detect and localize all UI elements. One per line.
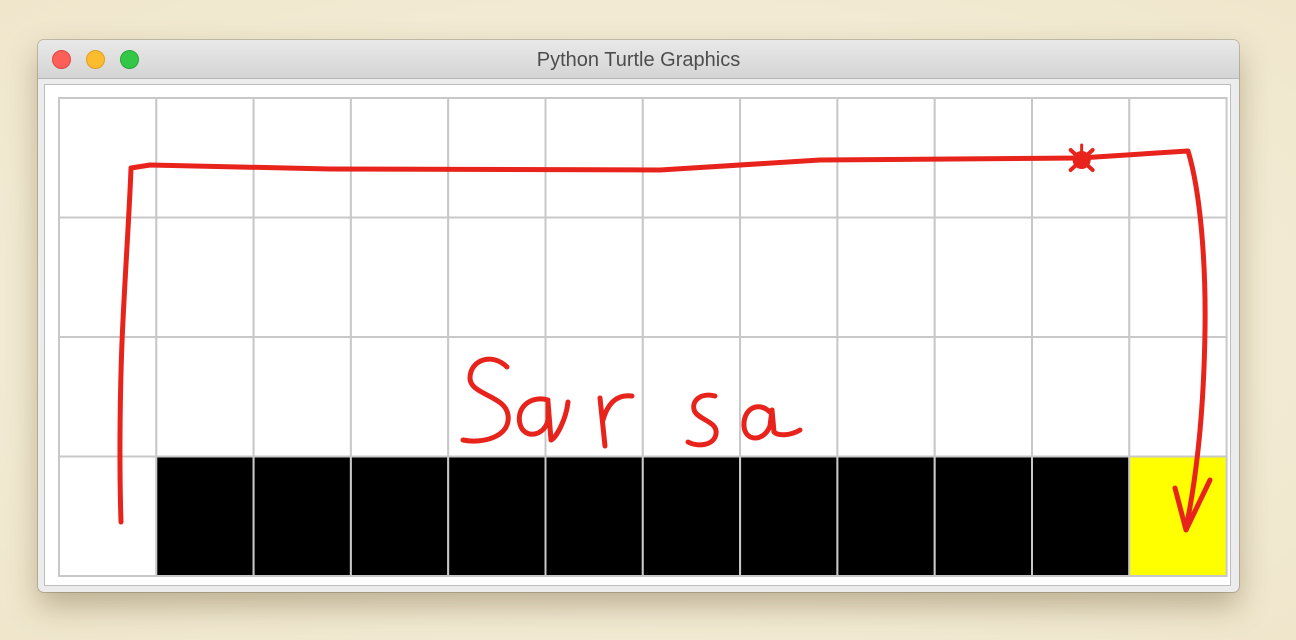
grid-cell-empty	[252, 336, 352, 458]
grid-cell-cliff	[641, 455, 742, 577]
grid-cell-empty	[1128, 97, 1228, 219]
grid-cell-empty	[252, 97, 352, 219]
grid-cell-cliff	[252, 455, 352, 577]
grid-cell-cliff	[155, 455, 255, 577]
grid-cell-empty	[1031, 216, 1131, 338]
grid-cell-empty	[836, 216, 936, 338]
grid-cell-empty	[933, 97, 1034, 219]
title-bar[interactable]: Python Turtle Graphics	[38, 40, 1239, 79]
grid-cell-empty	[1128, 336, 1228, 458]
grid-cell-cliff	[447, 455, 547, 577]
grid-cell-empty	[641, 336, 742, 458]
window-title: Python Turtle Graphics	[536, 49, 741, 71]
grid-cell-cliff	[349, 455, 450, 577]
grid-cell-cliff	[933, 455, 1034, 577]
turtle-window: Python Turtle Graphics	[38, 40, 1239, 592]
grid-cell-empty	[641, 97, 742, 219]
turtle-canvas[interactable]	[44, 84, 1231, 586]
grid-cell-empty	[349, 216, 450, 338]
grid-cell-empty	[447, 336, 547, 458]
grid-cell-empty	[836, 97, 936, 219]
grid-cell-empty	[544, 97, 644, 219]
grid-cell-empty	[1031, 97, 1131, 219]
grid-cell-empty	[252, 216, 352, 338]
grid-cell-empty	[933, 336, 1034, 458]
grid-cell-empty	[739, 336, 839, 458]
grid-cell-cliff	[739, 455, 839, 577]
grid-cell-empty	[544, 216, 644, 338]
grid-cell-empty	[739, 97, 839, 219]
grid-cell-empty	[641, 216, 742, 338]
grid-cell-empty	[447, 97, 547, 219]
grid-cell-empty	[58, 455, 158, 577]
grid-cell-empty	[933, 216, 1034, 338]
grid-cell-cliff	[1031, 455, 1131, 577]
grid-cell-empty	[58, 97, 158, 219]
grid-cell-empty	[447, 216, 547, 338]
grid-cell-cliff	[544, 455, 644, 577]
grid-cell-empty	[739, 216, 839, 338]
grid-cell-goal	[1128, 455, 1228, 577]
grid-cell-empty	[836, 336, 936, 458]
grid-cell-empty	[155, 216, 255, 338]
grid-cell-empty	[1031, 336, 1131, 458]
grid-cell-empty	[58, 216, 158, 338]
grid-cell-empty	[155, 97, 255, 219]
grid-cell-empty	[155, 336, 255, 458]
gridworld-grid	[58, 97, 1228, 577]
grid-cell-empty	[544, 336, 644, 458]
grid-cell-empty	[1128, 216, 1228, 338]
grid-cell-empty	[349, 336, 450, 458]
grid-cell-empty	[58, 336, 158, 458]
grid-cell-empty	[349, 97, 450, 219]
grid-cell-cliff	[836, 455, 936, 577]
